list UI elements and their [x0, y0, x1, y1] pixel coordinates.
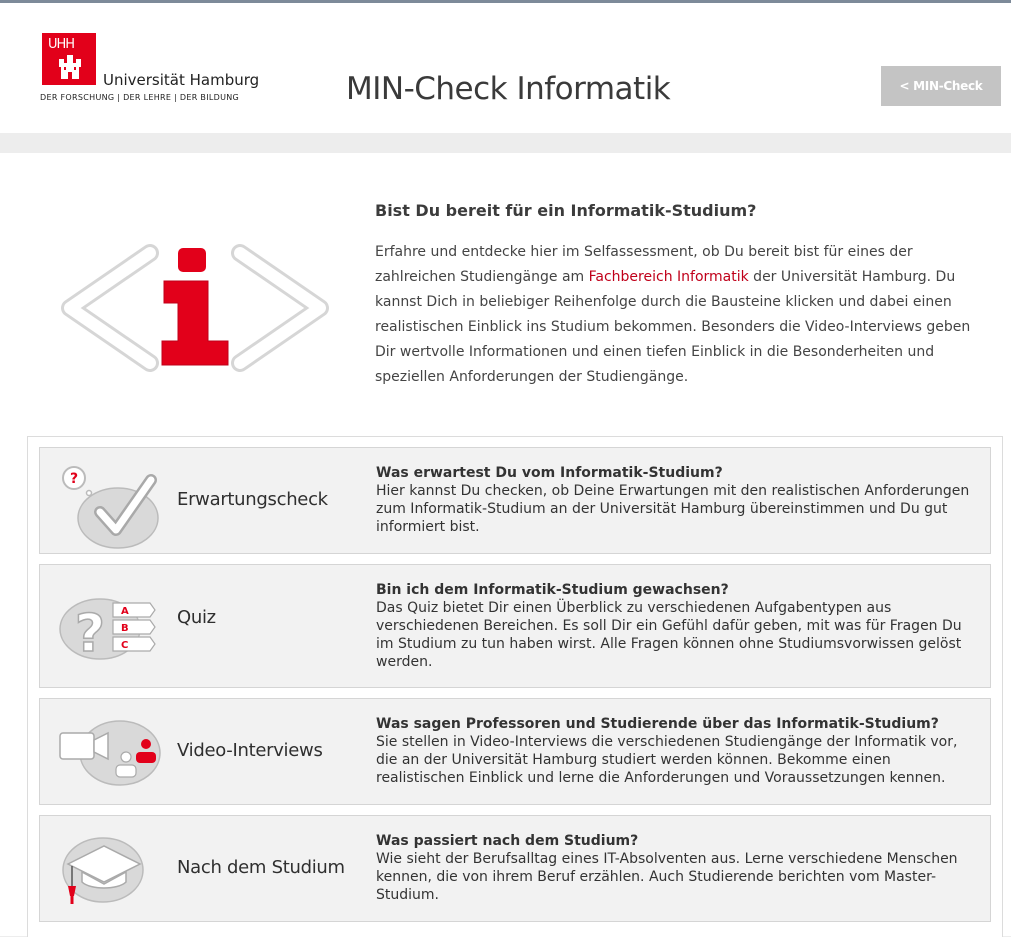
card-heading: Was erwartest Du vom Informatik-Studium?	[376, 465, 723, 481]
intro-title: Bist Du bereit für ein Informatik-Studiu…	[375, 201, 757, 220]
quiz-icon: ? A B C	[59, 598, 156, 665]
logo-university-name: Universität Hamburg	[103, 71, 260, 89]
logo-mark-text: UHH	[48, 37, 75, 52]
main-content: Bist Du bereit für ein Informatik-Studiu…	[0, 153, 1011, 937]
video-camera-icon	[59, 720, 161, 786]
page-header: UHH Universität Hamburg DER FORSCHUNG | …	[0, 3, 1011, 133]
university-logo[interactable]: UHH Universität Hamburg DER FORSCHUNG | …	[40, 33, 270, 113]
page-title: MIN-Check Informatik	[346, 71, 671, 107]
card-description: Was erwartest Du vom Informatik-Studium?…	[376, 464, 976, 536]
back-to-min-check-button[interactable]: < MIN-Check	[881, 66, 1001, 106]
logo-mark: UHH	[42, 33, 96, 85]
card-label: Nach dem Studium	[177, 857, 345, 878]
svg-text:?: ?	[70, 471, 78, 487]
card-description: Was sagen Professoren und Studierende üb…	[376, 715, 976, 787]
quiz-option-bars	[112, 602, 156, 652]
card-label: Erwartungscheck	[177, 489, 328, 510]
card-video-interviews[interactable]: Video-Interviews Was sagen Professoren u…	[39, 698, 991, 805]
castle-icon	[59, 55, 81, 79]
svg-text:?: ?	[75, 604, 105, 664]
card-description: Bin ich dem Informatik-Studium gewachsen…	[376, 581, 976, 671]
card-erwartungscheck[interactable]: ? Erwartungscheck Was erwartest Du vom I…	[39, 447, 991, 554]
card-heading: Was passiert nach dem Studium?	[376, 833, 639, 849]
info-chevrons-icon	[61, 244, 329, 372]
quiz-option-c: C	[121, 640, 128, 651]
card-heading: Bin ich dem Informatik-Studium gewachsen…	[376, 582, 729, 598]
quiz-option-b: B	[121, 623, 129, 634]
intro-text: Erfahre und entdecke hier im Selfassessm…	[375, 240, 975, 390]
card-body: Hier kannst Du checken, ob Deine Erwartu…	[376, 483, 970, 535]
card-quiz[interactable]: ? A B C Quiz Bin ich dem Informatik-Stud…	[39, 564, 991, 688]
card-heading: Was sagen Professoren und Studierende üb…	[376, 716, 939, 732]
checkmark-icon: ?	[62, 466, 159, 549]
card-label: Quiz	[177, 607, 216, 628]
card-nach-dem-studium[interactable]: Nach dem Studium Was passiert nach dem S…	[39, 815, 991, 922]
intro-text-part2: der Universität Hamburg. Du kannst Dich …	[375, 269, 971, 385]
card-body: Das Quiz bietet Dir einen Überblick zu v…	[376, 600, 962, 670]
fachbereich-informatik-link[interactable]: Fachbereich Informatik	[589, 269, 749, 285]
logo-tagline: DER FORSCHUNG | DER LEHRE | DER BILDUNG	[40, 93, 240, 102]
card-body: Wie sieht der Berufsalltag eines IT-Abso…	[376, 851, 958, 903]
card-body: Sie stellen in Video-Interviews die vers…	[376, 734, 958, 786]
module-cards: ? Erwartungscheck Was erwartest Du vom I…	[27, 436, 1003, 937]
quiz-option-a: A	[121, 606, 129, 617]
card-label: Video-Interviews	[177, 740, 323, 761]
graduation-cap-icon	[62, 837, 144, 904]
card-description: Was passiert nach dem Studium? Wie sieht…	[376, 832, 976, 904]
